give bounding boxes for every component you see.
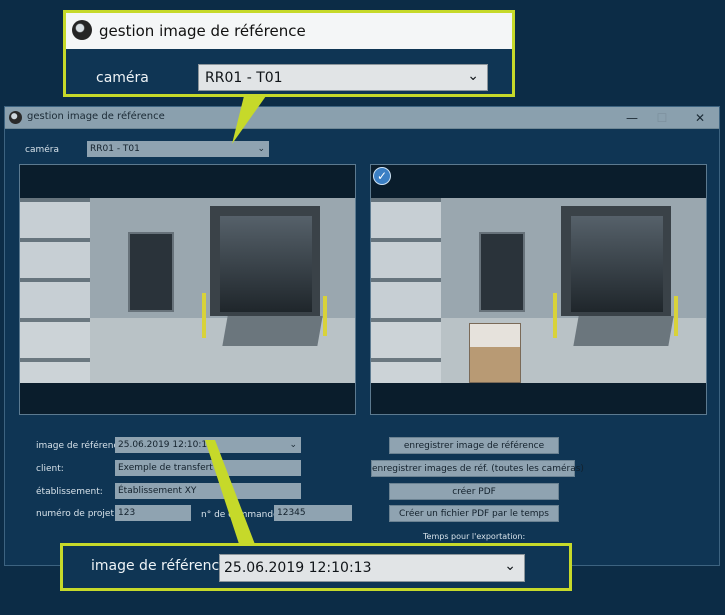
chevron-down-icon: ⌄	[504, 558, 516, 574]
app-icon	[72, 20, 92, 40]
callout-title-bar: gestion image de référence	[66, 13, 512, 49]
top-callout-pointer	[232, 96, 266, 144]
callout-ref-image-label: image de référence	[91, 558, 228, 574]
callout-ref-image-value: 25.06.2019 12:10:13	[224, 560, 372, 576]
top-callout: gestion image de référence caméra RR01 -…	[63, 10, 515, 97]
bottom-callout-pointer	[205, 440, 256, 547]
chevron-down-icon: ⌄	[467, 68, 479, 84]
callout-window-title: gestion image de référence	[99, 22, 306, 40]
callout-camera-dropdown[interactable]: RR01 - T01 ⌄	[198, 64, 488, 91]
callout-ref-image-dropdown[interactable]: 25.06.2019 12:10:13 ⌄	[219, 554, 525, 582]
callout-camera-label: caméra	[96, 70, 149, 86]
bottom-callout: image de référence 25.06.2019 12:10:13 ⌄	[60, 543, 572, 591]
callout-camera-value: RR01 - T01	[205, 70, 283, 86]
